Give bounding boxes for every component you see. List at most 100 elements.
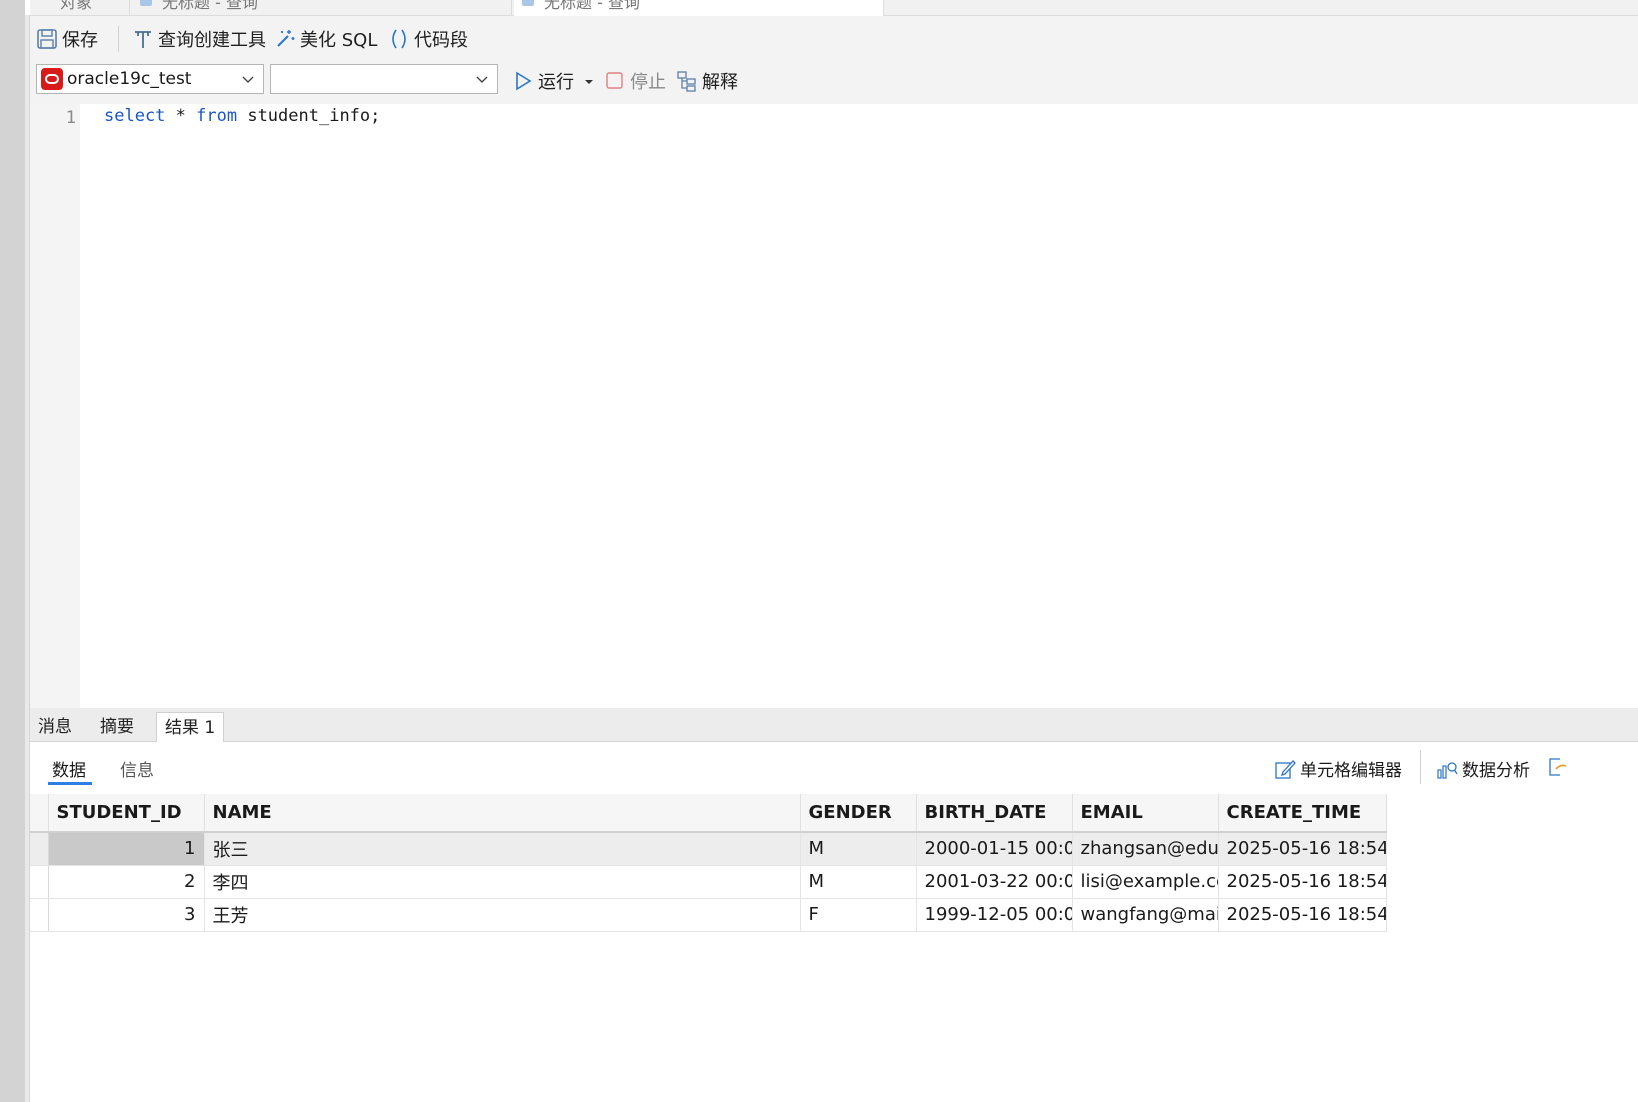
connection-toolbar: oracle19c_test 运行 停止 解释 xyxy=(30,62,1638,104)
tab-label: 对象 xyxy=(60,0,93,12)
table-cell[interactable]: 2025-05-16 18:54 xyxy=(1218,832,1387,866)
connection-value: oracle19c_test xyxy=(67,69,192,89)
save-button[interactable]: 保存 xyxy=(36,26,98,52)
table-cell[interactable]: 张三 xyxy=(204,832,801,866)
table-cell[interactable]: wangfang@mai xyxy=(1072,898,1219,932)
row-header[interactable] xyxy=(30,832,49,866)
run-dropdown-icon[interactable] xyxy=(584,71,594,92)
tab-objects[interactable]: 对象 xyxy=(30,0,130,16)
export-icon xyxy=(1546,756,1568,778)
column-header[interactable]: GENDER xyxy=(800,794,917,833)
tab-label: 无标题 - 查询 xyxy=(544,0,640,12)
cell-editor-label: 单元格编辑器 xyxy=(1300,761,1402,781)
schema-select[interactable] xyxy=(270,64,498,94)
chevron-down-icon xyxy=(475,71,489,85)
left-sidebar-strip xyxy=(0,0,25,1102)
beautify-sql-button[interactable]: 美化 SQL xyxy=(274,26,377,52)
tab-result-1[interactable]: 结果 1 xyxy=(156,712,225,742)
export-button[interactable] xyxy=(1546,756,1572,778)
bar-chart-search-icon xyxy=(1436,758,1458,780)
row-header-corner xyxy=(30,794,49,833)
table-cell[interactable]: 2000-01-15 00:0 xyxy=(916,832,1073,866)
table-cell[interactable]: 3 xyxy=(48,898,205,932)
table-cell[interactable]: 1999-12-05 00:0 xyxy=(916,898,1073,932)
tab-messages[interactable]: 消息 xyxy=(30,712,80,742)
query-tab-icon xyxy=(522,0,534,6)
keyword-from: from xyxy=(196,106,238,126)
tab-query-2[interactable]: 无标题 - 查询 xyxy=(514,0,884,16)
table-row[interactable]: 3 王芳 F 1999-12-05 00:0 wangfang@mai 2025… xyxy=(30,898,1387,932)
tab-label: 无标题 - 查询 xyxy=(162,0,258,12)
sql-editor[interactable]: 1 select * from student_info; xyxy=(30,104,1638,708)
tab-query-1[interactable]: 无标题 - 查询 xyxy=(132,0,512,16)
table-cell[interactable]: F xyxy=(800,898,917,932)
parentheses-icon xyxy=(388,28,410,50)
table-cell[interactable]: M xyxy=(800,865,917,899)
tab-result-1-label: 结果 1 xyxy=(165,718,216,738)
active-tab-indicator xyxy=(48,782,92,785)
code-star: * xyxy=(165,106,197,126)
table-cell[interactable]: M xyxy=(800,832,917,866)
toolbar-divider xyxy=(118,26,119,52)
column-header[interactable]: BIRTH_DATE xyxy=(916,794,1073,833)
column-header[interactable]: EMAIL xyxy=(1072,794,1219,833)
code-rest: student_info; xyxy=(237,106,381,126)
stop-button[interactable]: 停止 xyxy=(604,68,666,94)
result-grid[interactable]: STUDENT_ID NAME GENDER BIRTH_DATE EMAIL … xyxy=(30,794,1387,932)
oracle-icon xyxy=(41,68,63,90)
result-panel-tabs: 消息 摘要 结果 1 xyxy=(30,708,1638,742)
table-row[interactable]: 1 张三 M 2000-01-15 00:0 zhangsan@edu 2025… xyxy=(30,832,1387,866)
result-subtabs: 数据 信息 单元格编辑器 数据分析 xyxy=(30,742,1638,794)
code-snippet-button[interactable]: 代码段 xyxy=(388,26,468,52)
chevron-down-icon xyxy=(241,71,255,85)
query-tab-icon xyxy=(140,0,152,6)
explain-label: 解释 xyxy=(702,72,738,93)
query-builder-label: 查询创建工具 xyxy=(158,30,266,51)
column-header[interactable]: NAME xyxy=(204,794,801,833)
cell-editor-button[interactable]: 单元格编辑器 xyxy=(1274,756,1402,781)
tab-data-label: 数据 xyxy=(52,761,86,781)
tab-data[interactable]: 数据 xyxy=(52,756,86,781)
tab-info[interactable]: 信息 xyxy=(120,756,154,781)
run-button[interactable]: 运行 xyxy=(512,68,594,94)
keyword-select: select xyxy=(104,106,166,126)
line-number-gutter: 1 xyxy=(30,104,80,708)
table-row[interactable]: 2 李四 M 2001-03-22 00:0 lisi@example.cc 2… xyxy=(30,865,1387,899)
query-toolbar: 保存 查询创建工具 美化 SQL 代码段 xyxy=(30,16,1638,62)
data-analysis-button[interactable]: 数据分析 xyxy=(1436,756,1530,781)
column-header[interactable]: CREATE_TIME xyxy=(1218,794,1387,833)
play-icon xyxy=(512,70,534,92)
line-number: 1 xyxy=(65,108,76,128)
table-cell[interactable]: zhangsan@edu xyxy=(1072,832,1219,866)
document-tab-bar: 对象 无标题 - 查询 无标题 - 查询 xyxy=(30,0,1638,16)
code-snippet-label: 代码段 xyxy=(414,30,468,51)
table-cell[interactable]: 李四 xyxy=(204,865,801,899)
stop-label: 停止 xyxy=(630,72,666,93)
tab-messages-label: 消息 xyxy=(38,717,72,737)
tab-summary-label: 摘要 xyxy=(100,717,134,737)
tab-summary[interactable]: 摘要 xyxy=(92,712,142,742)
grid-header-row: STUDENT_ID NAME GENDER BIRTH_DATE EMAIL … xyxy=(30,794,1387,833)
table-cell[interactable]: 2025-05-16 18:54 xyxy=(1218,865,1387,899)
table-cell[interactable]: 2 xyxy=(48,865,205,899)
explain-button[interactable]: 解释 xyxy=(676,68,738,94)
code-line[interactable]: select * from student_info; xyxy=(104,106,380,126)
table-cell[interactable]: 2001-03-22 00:0 xyxy=(916,865,1073,899)
save-label: 保存 xyxy=(62,30,98,51)
connection-select[interactable]: oracle19c_test xyxy=(36,64,264,94)
app-window: 对象 无标题 - 查询 无标题 - 查询 保存 查询创建工具 美化 SQL 代码… xyxy=(0,0,1638,1102)
magic-wand-icon xyxy=(274,28,296,50)
edit-pencil-icon xyxy=(1274,758,1296,780)
query-builder-button[interactable]: 查询创建工具 xyxy=(132,26,266,52)
table-cell[interactable]: lisi@example.cc xyxy=(1072,865,1219,899)
column-header[interactable]: STUDENT_ID xyxy=(48,794,205,833)
beautify-sql-label: 美化 SQL xyxy=(300,30,378,51)
row-header[interactable] xyxy=(30,865,49,899)
save-icon xyxy=(36,28,58,50)
table-cell[interactable]: 1 xyxy=(48,832,205,866)
row-header[interactable] xyxy=(30,898,49,932)
run-label: 运行 xyxy=(538,72,574,93)
tools-divider xyxy=(1420,750,1421,784)
table-cell[interactable]: 2025-05-16 18:54 xyxy=(1218,898,1387,932)
table-cell[interactable]: 王芳 xyxy=(204,898,801,932)
